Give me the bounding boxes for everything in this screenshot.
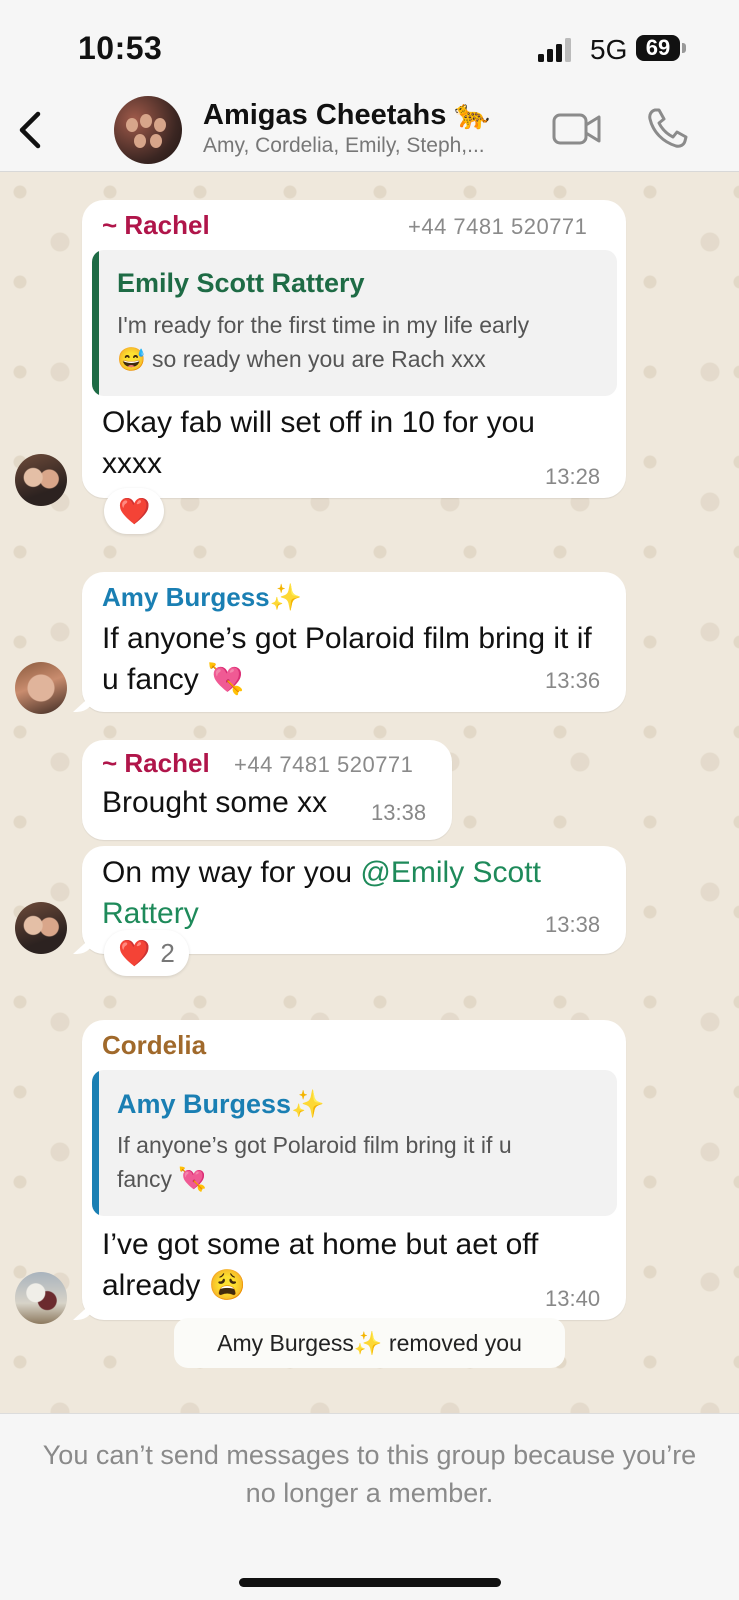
footer: You can’t send messages to this group be…	[0, 1413, 739, 1600]
chevron-left-icon[interactable]	[14, 108, 46, 152]
sender-name[interactable]: ~ Rachel	[102, 748, 210, 779]
group-members[interactable]: Amy, Cordelia, Emily, Steph,...	[203, 134, 523, 158]
system-message: Amy Burgess✨ removed you	[174, 1318, 565, 1368]
battery-icon: 69	[636, 35, 686, 61]
message-time: 13:38	[371, 800, 427, 825]
no-longer-member-notice: You can’t send messages to this group be…	[42, 1440, 697, 1508]
chat-header: Amigas Cheetahs 🐆 Amy, Cordelia, Emily, …	[0, 88, 739, 172]
message-bubble[interactable]: ~ Rachel +44 7481 520771 Brought some xx…	[82, 740, 452, 840]
message-text: I’ve got some at home but aet off alread…	[102, 1228, 539, 1302]
message-time: 13:36	[545, 668, 601, 693]
sender-name[interactable]: ~ Rachel	[102, 210, 210, 241]
message-bubble[interactable]: Cordelia Amy Burgess✨ If anyone’s got Po…	[82, 1020, 626, 1320]
group-avatar[interactable]	[114, 96, 182, 164]
quote-text-line1: If anyone’s got Polaroid film bring it i…	[117, 1132, 512, 1158]
sender-phone: +44 7481 520771	[234, 752, 414, 777]
quote-text-line1: I'm ready for the first time in my life …	[117, 312, 530, 338]
mention-link-cont[interactable]: Rattery	[102, 897, 199, 930]
message-bubble[interactable]: Amy Burgess✨ If anyone’s got Polaroid fi…	[82, 572, 626, 712]
quote-bar	[92, 250, 99, 396]
quote-text-line2: 😅 so ready when you are Rach xxx	[117, 346, 486, 372]
sender-phone: +44 7481 520771	[408, 214, 588, 239]
quote-author: Amy Burgess✨	[117, 1089, 325, 1119]
quoted-message[interactable]: Amy Burgess✨ If anyone’s got Polaroid fi…	[92, 1070, 617, 1216]
avatar[interactable]	[15, 662, 67, 714]
message-text-plain: On my way for you	[102, 856, 361, 889]
sender-name[interactable]: Amy Burgess✨	[102, 582, 302, 613]
message-time: 13:40	[545, 1286, 601, 1311]
heart-reaction: ❤️	[118, 496, 151, 526]
quoted-message[interactable]: Emily Scott Rattery I'm ready for the fi…	[92, 250, 617, 396]
sender-name[interactable]: Cordelia	[102, 1030, 206, 1061]
video-camera-icon[interactable]	[552, 110, 602, 148]
reaction-badge[interactable]: ❤️ 2	[104, 930, 189, 976]
message-text: Okay fab will set off in 10 for you xxxx	[102, 406, 535, 480]
chat-area[interactable]: ~ Rachel +44 7481 520771 Emily Scott Rat…	[0, 172, 739, 1413]
avatar[interactable]	[15, 454, 67, 506]
status-bar: 10:53 5G 69	[0, 0, 739, 88]
message-time: 13:28	[545, 464, 601, 489]
phone-icon[interactable]	[646, 106, 688, 150]
heart-reaction: ❤️	[118, 938, 151, 968]
message-text: If anyone’s got Polaroid film bring it i…	[102, 622, 592, 696]
message-text: On my way for you @Emily Scott Rattery	[102, 852, 602, 934]
quote-text-line2: fancy 💘	[117, 1166, 208, 1192]
home-indicator[interactable]	[239, 1578, 501, 1587]
network-type: 5G	[590, 34, 628, 65]
mention-link[interactable]: @Emily Scott	[360, 856, 540, 889]
clock: 10:53	[78, 30, 163, 66]
quote-bar	[92, 1070, 99, 1216]
reaction-count: 2	[160, 938, 175, 968]
message-text: Brought some xx	[102, 786, 328, 819]
message-bubble[interactable]: ~ Rachel +44 7481 520771 Emily Scott Rat…	[82, 200, 626, 498]
group-title[interactable]: Amigas Cheetahs 🐆	[203, 98, 491, 132]
quote-author: Emily Scott Rattery	[117, 268, 365, 298]
message-time: 13:38	[545, 912, 601, 937]
avatar[interactable]	[15, 1272, 67, 1324]
avatar[interactable]	[15, 902, 67, 954]
cellular-signal-icon	[538, 38, 571, 62]
reaction-badge[interactable]: ❤️	[104, 488, 165, 534]
